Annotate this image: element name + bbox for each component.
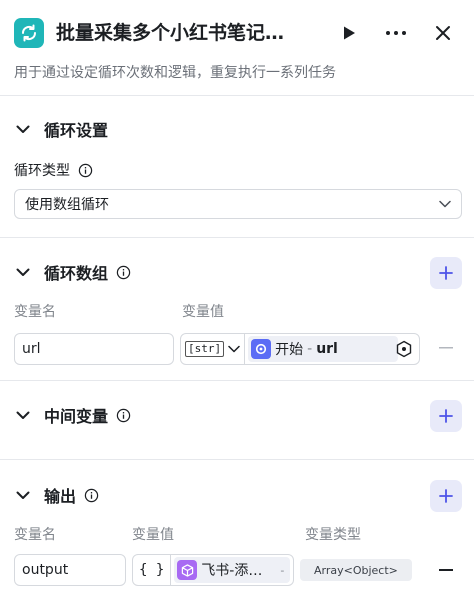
- object-type-icon: { }: [139, 562, 165, 578]
- close-icon[interactable]: [428, 18, 458, 48]
- variable-value-field[interactable]: [str] 开始 - url: [180, 333, 420, 365]
- section-title: 中间变量: [44, 407, 109, 426]
- intermediate-variables-header[interactable]: 中间变量: [14, 401, 131, 429]
- variable-reference[interactable]: 开始 - url: [248, 336, 399, 362]
- section-title: 循环设置: [44, 121, 109, 140]
- chevron-down-icon: [228, 345, 240, 353]
- ref-separator: -: [280, 563, 285, 577]
- chevron-down-icon[interactable]: [14, 120, 32, 138]
- info-icon[interactable]: [77, 162, 93, 178]
- start-node-icon: [251, 339, 272, 359]
- chevron-down-icon[interactable]: [14, 263, 32, 281]
- chevron-down-icon[interactable]: [14, 486, 32, 504]
- column-header-value: 变量值: [132, 527, 174, 543]
- node-header: 批量采集多个小红书笔记… 用于通过设定循环次数和逻辑，重复执行一系列任务: [0, 0, 474, 96]
- add-loop-array-button[interactable]: [430, 257, 462, 289]
- node-title[interactable]: 批量采集多个小红书笔记…: [56, 18, 326, 48]
- node-description: 用于通过设定循环次数和逻辑，重复执行一系列任务: [14, 65, 336, 81]
- variable-name-value: url: [22, 341, 41, 357]
- plus-icon: [439, 266, 453, 280]
- play-icon[interactable]: [334, 18, 364, 48]
- output-name-input[interactable]: output: [14, 554, 126, 586]
- more-icon[interactable]: [381, 18, 411, 48]
- column-header-value: 变量值: [182, 304, 224, 320]
- plus-icon: [439, 409, 453, 423]
- ref-node-name: 飞书-添…: [201, 563, 263, 579]
- ref-node-name: 开始: [275, 342, 304, 358]
- chevron-down-icon: [439, 196, 451, 212]
- section-title: 输出: [44, 487, 77, 506]
- remove-output-icon[interactable]: [436, 560, 456, 580]
- output-variable-reference[interactable]: 飞书-添… -: [174, 557, 291, 583]
- add-intermediate-variable-button[interactable]: [430, 400, 462, 432]
- ref-variable-name: url: [316, 341, 338, 357]
- info-icon[interactable]: [115, 264, 131, 280]
- type-selector[interactable]: [str]: [181, 334, 246, 364]
- chevron-down-icon[interactable]: [14, 406, 32, 424]
- section-title: 循环数组: [44, 264, 109, 283]
- plus-icon: [439, 489, 453, 503]
- add-output-button[interactable]: [430, 480, 462, 512]
- info-icon[interactable]: [115, 407, 131, 423]
- loop-settings-header[interactable]: 循环设置: [14, 115, 108, 143]
- settings-icon[interactable]: [395, 340, 413, 362]
- loop-type-label: 循环类型: [14, 160, 93, 180]
- column-header-type: 变量类型: [305, 527, 361, 543]
- string-type-icon: [str]: [185, 341, 225, 357]
- loop-type-select[interactable]: 使用数组循环: [14, 189, 462, 219]
- object-type-selector[interactable]: { }: [133, 555, 172, 585]
- variable-name-input[interactable]: url: [14, 333, 174, 365]
- ref-separator: -: [307, 341, 313, 357]
- column-header-name: 变量名: [14, 304, 56, 320]
- output-type-tag: Array<Object>: [300, 559, 412, 581]
- info-icon[interactable]: [83, 487, 99, 503]
- loop-type-label-text: 循环类型: [14, 163, 70, 179]
- remove-row-icon[interactable]: [436, 338, 456, 358]
- feishu-node-icon: [177, 560, 198, 580]
- loop-type-value: 使用数组循环: [25, 197, 109, 213]
- loop-array-header[interactable]: 循环数组: [14, 258, 131, 286]
- output-value-field[interactable]: { } 飞书-添… -: [132, 554, 294, 586]
- column-header-name: 变量名: [14, 527, 56, 543]
- loop-icon: [14, 18, 44, 48]
- output-header[interactable]: 输出: [14, 481, 99, 509]
- output-name-value: output: [22, 562, 69, 578]
